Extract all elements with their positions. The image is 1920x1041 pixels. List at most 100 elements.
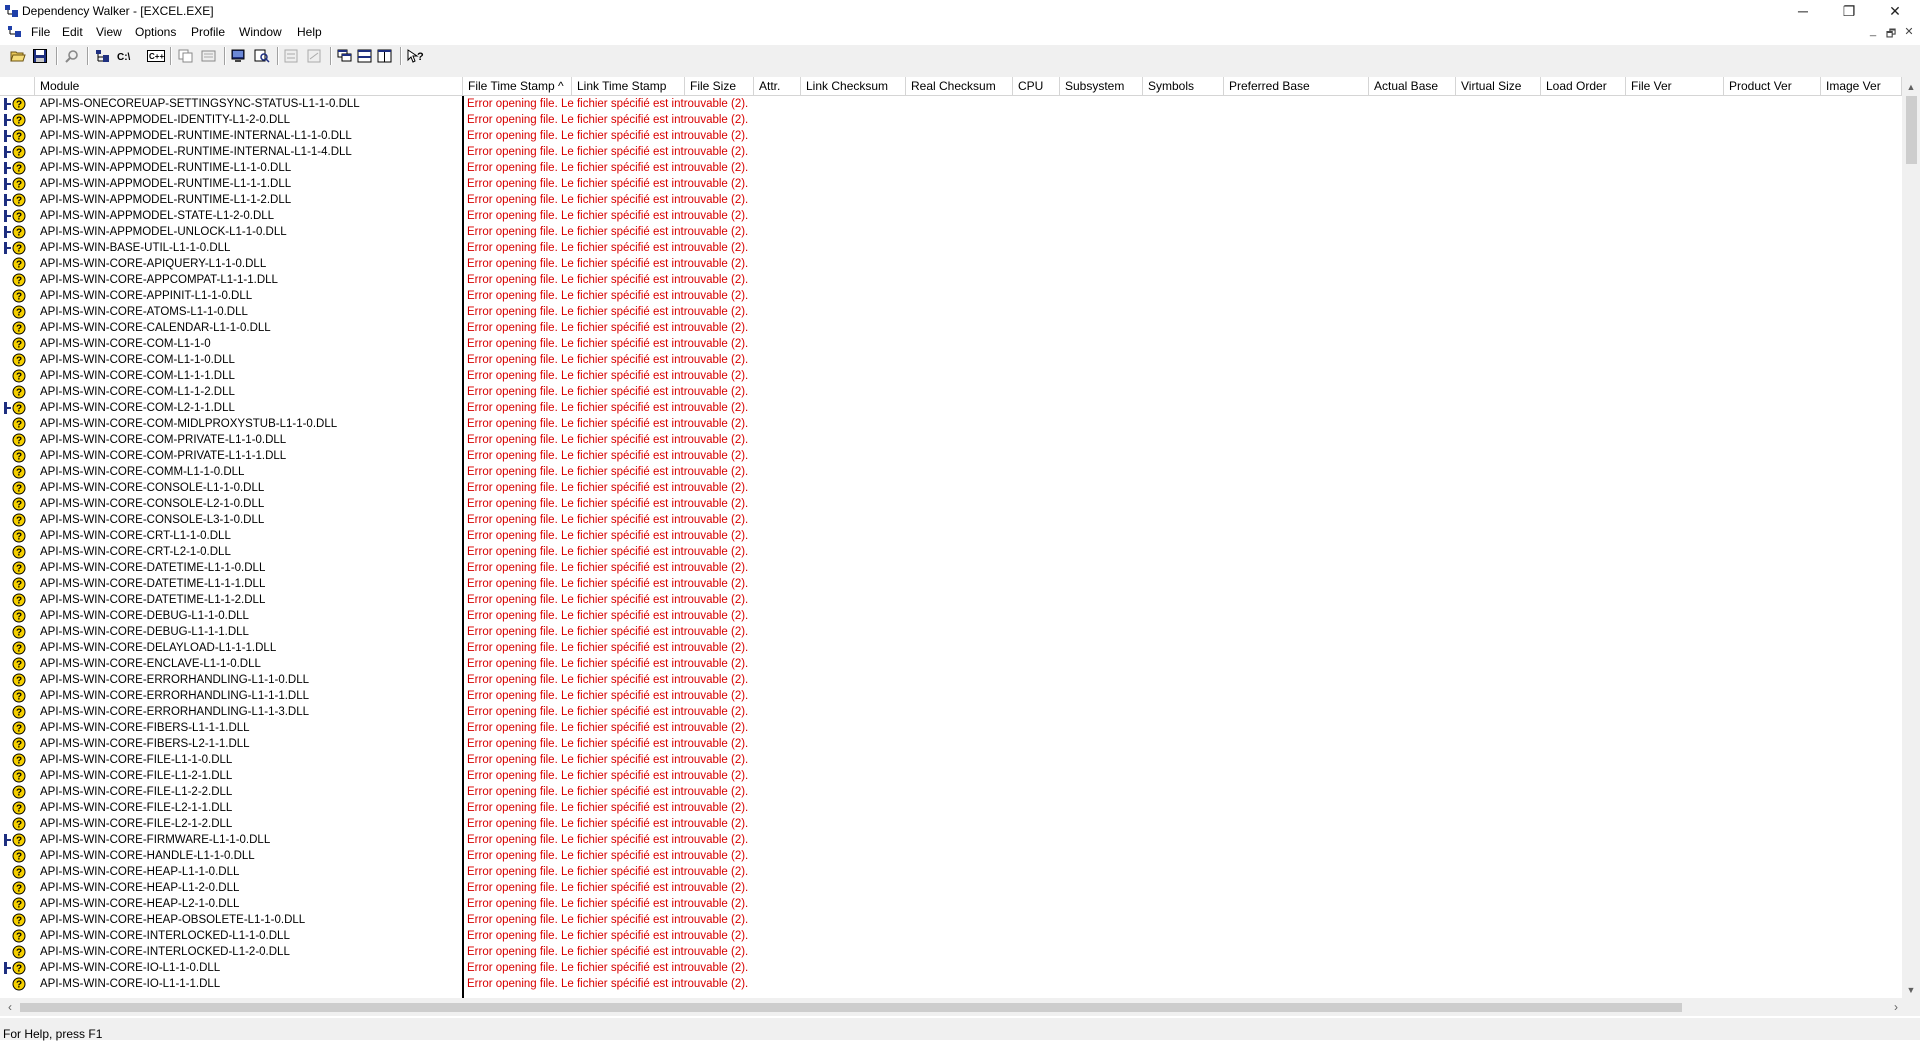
table-row[interactable]: ? API-MS-WIN-CORE-ERRORHANDLING-L1-1-3.DL… [0,704,1902,720]
properties-button[interactable] [199,46,219,66]
header-preferred-base[interactable]: Preferred Base [1224,77,1369,95]
menu-profile[interactable]: Profile [189,25,227,39]
menu-options[interactable]: Options [133,25,178,39]
table-row[interactable]: ? API-MS-WIN-CORE-CALENDAR-L1-1-0.DLL Erro… [0,320,1902,336]
table-row[interactable]: ? API-MS-WIN-APPMODEL-IDENTITY-L1-2-0.DLL… [0,112,1902,128]
header-icon-column[interactable] [0,77,35,95]
child-close-button[interactable]: ✕ [1902,25,1916,38]
highlight-module-button[interactable]: C++ [146,46,166,66]
table-row[interactable]: ? API-MS-WIN-CORE-CRT-L2-1-0.DLL Error ope… [0,544,1902,560]
tile-horizontal-button[interactable] [355,46,375,66]
collapse-all-button[interactable] [305,46,325,66]
table-row[interactable]: ? API-MS-WIN-CORE-CONSOLE-L1-1-0.DLL Error… [0,480,1902,496]
scroll-down-arrow-icon[interactable]: ▼ [1902,982,1920,998]
table-row[interactable]: ? API-MS-ONECOREUAP-SETTINGSYNC-STATUS-L1… [0,96,1902,112]
table-row[interactable]: ? API-MS-WIN-CORE-HEAP-L2-1-0.DLL Error op… [0,896,1902,912]
vertical-scrollbar[interactable] [1902,77,1920,998]
table-row[interactable]: ? API-MS-WIN-APPMODEL-STATE-L1-2-0.DLL Err… [0,208,1902,224]
table-row[interactable]: ? API-MS-WIN-CORE-CRT-L1-1-0.DLL Error ope… [0,528,1902,544]
table-row[interactable]: ? API-MS-WIN-CORE-INTERLOCKED-L1-2-0.DLL E… [0,944,1902,960]
menu-window[interactable]: Window [237,25,284,39]
table-row[interactable]: ? API-MS-WIN-CORE-APPCOMPAT-L1-1-1.DLL Err… [0,272,1902,288]
table-row[interactable]: ? API-MS-WIN-CORE-HEAP-L1-1-0.DLL Error op… [0,864,1902,880]
table-row[interactable]: ? API-MS-WIN-CORE-IO-L1-1-0.DLL Error open… [0,960,1902,976]
header-file-size[interactable]: File Size [685,77,754,95]
expand-all-button[interactable] [282,46,302,66]
child-restore-button[interactable]: 🗗 [1884,25,1898,44]
table-row[interactable]: ? API-MS-WIN-APPMODEL-RUNTIME-INTERNAL-L1… [0,128,1902,144]
table-row[interactable]: ? API-MS-WIN-CORE-DELAYLOAD-L1-1-1.DLL Err… [0,640,1902,656]
table-row[interactable]: ? API-MS-WIN-APPMODEL-RUNTIME-L1-1-0.DLL E… [0,160,1902,176]
scroll-left-arrow-icon[interactable]: ‹ [2,998,18,1016]
table-row[interactable]: ? API-MS-WIN-CORE-COM-MIDLPROXYSTUB-L1-1-… [0,416,1902,432]
table-row[interactable]: ? API-MS-WIN-CORE-APIQUERY-L1-1-0.DLL Erro… [0,256,1902,272]
external-viewer-button[interactable] [252,46,272,66]
table-row[interactable]: ? API-MS-WIN-CORE-HEAP-OBSOLETE-L1-1-0.DL… [0,912,1902,928]
horizontal-scroll-thumb[interactable] [20,1003,1682,1012]
table-row[interactable]: ? API-MS-WIN-CORE-CONSOLE-L3-1-0.DLL Error… [0,512,1902,528]
header-load-order[interactable]: Load Order [1541,77,1626,95]
table-row[interactable]: ? API-MS-WIN-CORE-CONSOLE-L2-1-0.DLL Error… [0,496,1902,512]
header-file-ver[interactable]: File Ver [1626,77,1724,95]
table-row[interactable]: ? API-MS-WIN-CORE-APPINIT-L1-1-0.DLL Error… [0,288,1902,304]
menu-file[interactable]: File [29,25,52,39]
title-bar[interactable] [0,0,1920,22]
header-real-checksum[interactable]: Real Checksum [906,77,1013,95]
header-link-checksum[interactable]: Link Checksum [801,77,906,95]
table-row[interactable]: ? API-MS-WIN-CORE-ERRORHANDLING-L1-1-0.DL… [0,672,1902,688]
header-symbols[interactable]: Symbols [1143,77,1224,95]
table-row[interactable]: ? API-MS-WIN-CORE-FILE-L1-2-1.DLL Error op… [0,768,1902,784]
table-row[interactable]: ? API-MS-WIN-CORE-HANDLE-L1-1-0.DLL Error … [0,848,1902,864]
document-icon[interactable] [8,26,22,38]
tile-vertical-button[interactable] [375,46,395,66]
copy-button[interactable] [176,46,196,66]
header-module[interactable]: Module [35,77,463,95]
child-minimize-button[interactable]: _ [1866,25,1880,37]
header-subsystem[interactable]: Subsystem [1060,77,1143,95]
table-row[interactable]: ? API-MS-WIN-CORE-COM-L1-1-2.DLL Error ope… [0,384,1902,400]
table-row[interactable]: ? API-MS-WIN-BASE-UTIL-L1-1-0.DLL Error op… [0,240,1902,256]
menu-help[interactable]: Help [295,25,324,39]
table-row[interactable]: ? API-MS-WIN-APPMODEL-RUNTIME-INTERNAL-L1… [0,144,1902,160]
table-row[interactable]: ? API-MS-WIN-CORE-DEBUG-L1-1-1.DLL Error o… [0,624,1902,640]
table-row[interactable]: ? API-MS-WIN-APPMODEL-RUNTIME-L1-1-2.DLL E… [0,192,1902,208]
table-row[interactable]: ? API-MS-WIN-CORE-FIRMWARE-L1-1-0.DLL Erro… [0,832,1902,848]
table-row[interactable]: ? API-MS-WIN-CORE-COM-L2-1-1.DLL Error ope… [0,400,1902,416]
table-row[interactable]: ? API-MS-WIN-CORE-COM-PRIVATE-L1-1-1.DLL E… [0,448,1902,464]
header-actual-base[interactable]: Actual Base [1369,77,1456,95]
table-row[interactable]: ? API-MS-WIN-CORE-DATETIME-L1-1-2.DLL Erro… [0,592,1902,608]
table-row[interactable]: ? API-MS-WIN-CORE-DATETIME-L1-1-0.DLL Erro… [0,560,1902,576]
header-file-time-stamp[interactable]: File Time Stamp ^ [463,77,572,95]
header-virtual-size[interactable]: Virtual Size [1456,77,1541,95]
close-button[interactable]: ✕ [1872,0,1918,22]
minimize-button[interactable]: ─ [1780,0,1826,22]
table-row[interactable]: ? API-MS-WIN-CORE-FILE-L1-1-0.DLL Error op… [0,752,1902,768]
table-row[interactable]: ? API-MS-WIN-CORE-IO-L1-1-1.DLL Error open… [0,976,1902,992]
scroll-right-arrow-icon[interactable]: › [1888,998,1904,1016]
header-cpu[interactable]: CPU [1013,77,1060,95]
maximize-button[interactable]: ❐ [1826,0,1872,22]
header-attr[interactable]: Attr. [754,77,801,95]
full-paths-button[interactable] [93,46,113,66]
table-row[interactable]: ? API-MS-WIN-CORE-COM-L1-1-0 Error opening… [0,336,1902,352]
header-link-time-stamp[interactable]: Link Time Stamp [572,77,685,95]
table-row[interactable]: ? API-MS-WIN-CORE-INTERLOCKED-L1-1-0.DLL E… [0,928,1902,944]
table-row[interactable]: ? API-MS-WIN-CORE-ENCLAVE-L1-1-0.DLL Error… [0,656,1902,672]
table-row[interactable]: ? API-MS-WIN-CORE-DEBUG-L1-1-0.DLL Error o… [0,608,1902,624]
table-row[interactable]: ? API-MS-WIN-CORE-ATOMS-L1-1-0.DLL Error o… [0,304,1902,320]
module-list[interactable]: ? API-MS-ONECOREUAP-SETTINGSYNC-STATUS-L1… [0,96,1902,998]
table-row[interactable]: ? API-MS-WIN-CORE-COM-PRIVATE-L1-1-0.DLL E… [0,432,1902,448]
table-row[interactable]: ? API-MS-WIN-APPMODEL-UNLOCK-L1-1-0.DLL Er… [0,224,1902,240]
table-row[interactable]: ? API-MS-WIN-CORE-FIBERS-L1-1-1.DLL Error … [0,720,1902,736]
table-row[interactable]: ? API-MS-WIN-CORE-HEAP-L1-2-0.DLL Error op… [0,880,1902,896]
find-button[interactable] [62,46,82,66]
cascade-button[interactable] [335,46,355,66]
table-row[interactable]: ? API-MS-WIN-CORE-FILE-L2-1-1.DLL Error op… [0,800,1902,816]
open-button[interactable] [8,46,28,66]
vertical-scroll-thumb[interactable] [1906,96,1917,164]
table-row[interactable]: ? API-MS-WIN-CORE-COM-L1-1-0.DLL Error ope… [0,352,1902,368]
table-row[interactable]: ? API-MS-WIN-CORE-FILE-L2-1-2.DLL Error op… [0,816,1902,832]
header-image-ver[interactable]: Image Ver [1821,77,1902,95]
menu-edit[interactable]: Edit [60,25,85,39]
table-row[interactable]: ? API-MS-WIN-APPMODEL-RUNTIME-L1-1-1.DLL E… [0,176,1902,192]
